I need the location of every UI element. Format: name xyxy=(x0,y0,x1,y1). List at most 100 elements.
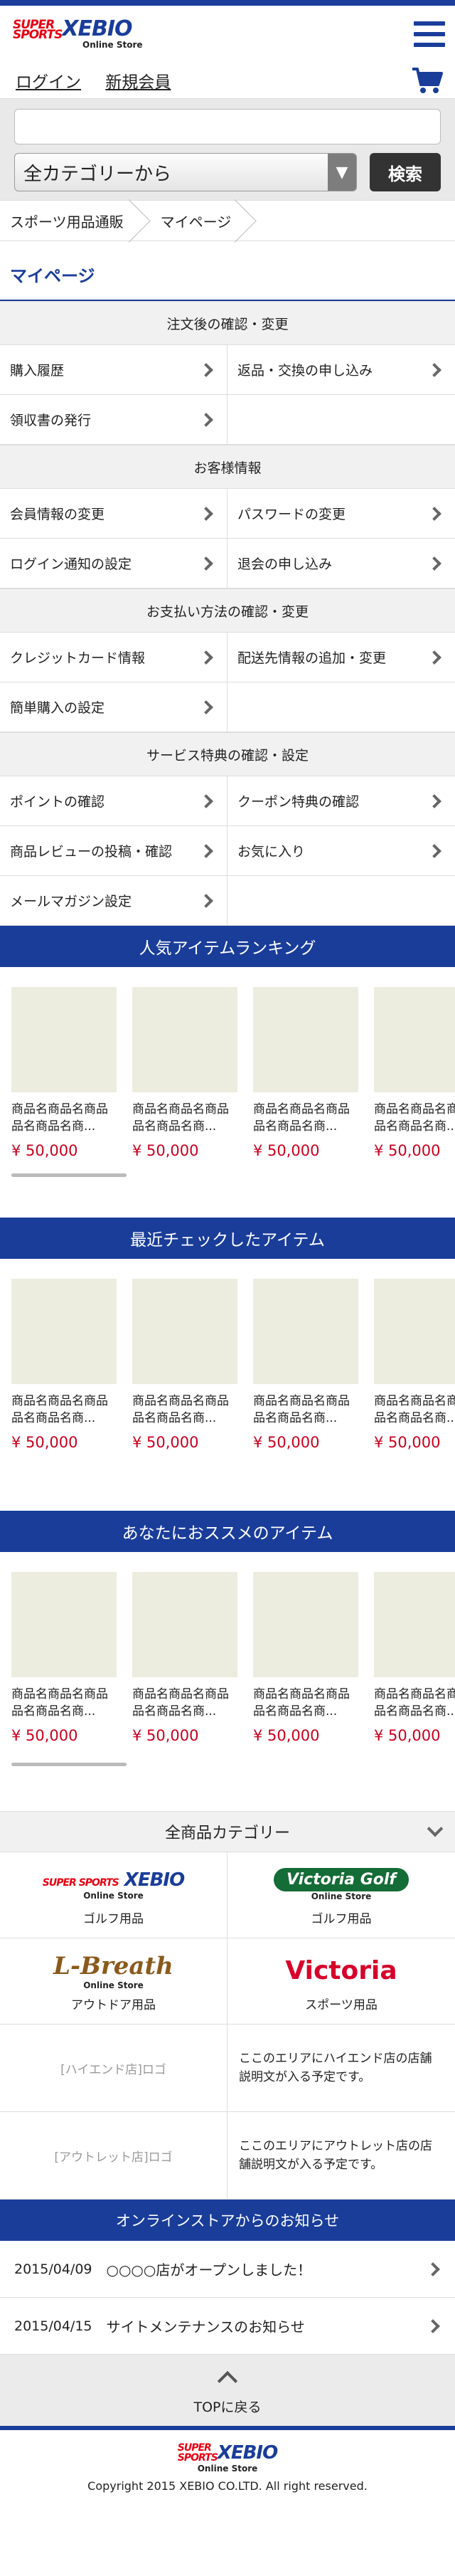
chevron-right-icon xyxy=(427,793,441,808)
store-row-highend[interactable]: [ハイエンド店]ロゴ ここのエリアにハイエンド店の店舗説明文が入る予定です。 xyxy=(0,2025,455,2112)
product-price: ¥ 50,000 xyxy=(11,1727,78,1744)
register-link[interactable]: 新規会員 xyxy=(105,73,171,92)
news-date: 2015/04/09 xyxy=(14,2261,92,2277)
product-name: 品名商品名商... xyxy=(374,1119,455,1134)
section-heading-payment: お支払い方法の確認・変更 xyxy=(0,588,455,633)
product-card[interactable]: 商品名商品名商品品名商品名商... ¥ 50,000 xyxy=(374,987,455,1159)
menu-row: 会員情報の変更 パスワードの変更 xyxy=(0,489,455,539)
product-card[interactable]: 商品名商品名商品品名商品名商... ¥ 50,000 xyxy=(11,987,117,1159)
product-image xyxy=(132,987,237,1092)
category-select-value: 全カテゴリーから xyxy=(23,163,172,185)
menu-purchase-history[interactable]: 購入履歴 xyxy=(0,345,228,394)
logo-sub: Online Store xyxy=(82,40,143,50)
product-card[interactable]: 商品名商品名商品品名商品名商... ¥ 50,000 xyxy=(132,1572,237,1744)
menu-points[interactable]: ポイントの確認 xyxy=(0,776,228,825)
product-image xyxy=(374,1572,455,1677)
category-select[interactable]: 全カテゴリーから ▼ xyxy=(14,153,357,191)
menu-withdraw[interactable]: 退会の申し込み xyxy=(228,539,455,588)
brand-lbreath[interactable]: L-Breath Online Store アウトドア用品 xyxy=(0,1938,228,2025)
menu-login-notify[interactable]: ログイン通知の設定 xyxy=(0,539,228,588)
product-name: 品名商品名商... xyxy=(253,1704,338,1719)
product-name: 品名商品名商... xyxy=(132,1704,217,1719)
brand-label: ゴルフ用品 xyxy=(83,1911,144,1926)
search-input[interactable] xyxy=(14,109,441,144)
news-item[interactable]: 2015/04/15 サイトメンテナンスのお知らせ xyxy=(0,2298,455,2355)
product-card[interactable]: 商品名商品名商品品名商品名商... ¥ 50,000 xyxy=(253,1279,358,1451)
login-link[interactable]: ログイン xyxy=(16,73,81,92)
menu-credit-card[interactable]: クレジットカード情報 xyxy=(0,633,228,682)
menu-member-info[interactable]: 会員情報の変更 xyxy=(0,489,228,538)
breadcrumb-mypage[interactable]: マイページ xyxy=(141,201,247,241)
product-image xyxy=(253,1572,358,1677)
menu-favorites[interactable]: お気に入り xyxy=(228,826,455,875)
product-card[interactable]: 商品名商品名商品品名商品名商... ¥ 50,000 xyxy=(253,987,358,1159)
product-name: 商品名商品名商品 xyxy=(132,1687,229,1701)
menu-easy-purchase[interactable]: 簡単購入の設定 xyxy=(0,682,228,732)
menu-password[interactable]: パスワードの変更 xyxy=(228,489,455,538)
chevron-right-icon xyxy=(199,843,213,858)
menu-row: メールマガジン設定 xyxy=(0,876,455,926)
brand-grid: SUPER SPORTS XEBIO Online Store ゴルフ用品 Vic… xyxy=(0,1852,455,2025)
chevron-down-icon: ▼ xyxy=(328,154,356,191)
victoria-logo: Victoria xyxy=(285,1956,397,1985)
menu-empty xyxy=(228,395,455,444)
store-logo: [ハイエンド店]ロゴ xyxy=(0,2025,228,2111)
product-card[interactable]: 商品名商品名商品品名商品名商... ¥ 50,000 xyxy=(132,987,237,1159)
store-row-outlet[interactable]: [アウトレット店]ロゴ ここのエリアにアウトレット店の店舗説明文が入る予定です。 xyxy=(0,2112,455,2200)
brand-xebio[interactable]: SUPER SPORTS XEBIO Online Store ゴルフ用品 xyxy=(0,1852,228,1938)
breadcrumb: スポーツ用品通販 マイページ xyxy=(0,200,455,241)
product-name: 商品名商品名商品 xyxy=(374,1394,455,1408)
product-carousel[interactable]: 商品名商品名商品 品名商品名商... ¥ 50,000 商品名商品名商品 品名商品名商… xyxy=(0,1259,455,1511)
product-image xyxy=(11,987,117,1092)
menu-coupons[interactable]: クーポン特典の確認 xyxy=(228,776,455,825)
search-button[interactable]: 検索 xyxy=(370,153,441,191)
brand-victoria[interactable]: Victoria スポーツ用品 xyxy=(228,1938,455,2025)
product-price: ¥ 50,000 xyxy=(132,1142,199,1159)
victoria-golf-logo: Victoria Golf Online Store xyxy=(273,1864,410,1906)
product-name: 品名商品名商... xyxy=(374,1704,455,1719)
product-name: 品名商品名商... xyxy=(374,1411,455,1425)
news-item[interactable]: 2015/04/09 ○○○○店がオープンしました！ xyxy=(0,2241,455,2298)
product-card[interactable]: 商品名商品名商品品名商品名商... ¥ 50,000 xyxy=(374,1572,455,1744)
product-card[interactable]: 商品名商品名商品品名商品名商... ¥ 50,000 xyxy=(374,1279,455,1451)
product-card[interactable]: 商品名商品名商品品名商品名商... ¥ 50,000 xyxy=(253,1572,358,1744)
product-carousel[interactable]: 商品名商品名商品 品名商品名商... ¥ 50,000 商品名商品名商品 品名商品名商… xyxy=(0,967,455,1218)
hamburger-icon[interactable] xyxy=(414,21,445,47)
brand-label: ゴルフ用品 xyxy=(311,1911,372,1926)
product-price: ¥ 50,000 xyxy=(132,1434,199,1451)
user-bar: ログイン 新規会員 xyxy=(0,63,455,98)
product-image xyxy=(253,1279,358,1384)
chevron-right-icon xyxy=(427,506,441,521)
site-logo[interactable]: SUPER SPORTSXEBIO Online Store xyxy=(13,16,143,51)
cart-icon[interactable] xyxy=(411,66,445,95)
carousel-scrollbar[interactable] xyxy=(11,1173,127,1177)
carousel-scrollbar[interactable] xyxy=(11,1763,127,1766)
menu-shipping[interactable]: 配送先情報の追加・変更 xyxy=(228,633,455,682)
carousel-recommend: あなたにおススメのアイテム 商品名商品名商品 品名商品名商... ¥ 50,000 … xyxy=(0,1511,455,1811)
breadcrumb-home[interactable]: スポーツ用品通販 xyxy=(0,201,141,241)
menu-newsletter[interactable]: メールマガジン設定 xyxy=(0,876,228,925)
back-to-top-button[interactable]: TOPに戻る xyxy=(0,2355,455,2426)
menu-reviews[interactable]: 商品レビューの投稿・確認 xyxy=(0,826,228,875)
product-name: 商品名商品名商品 xyxy=(374,1102,455,1117)
product-image xyxy=(11,1279,117,1384)
product-carousel[interactable]: 商品名商品名商品 品名商品名商... ¥ 50,000 商品名商品名商品 品名商品名商… xyxy=(0,1552,455,1811)
logo-brand: XEBIO xyxy=(62,16,132,41)
category-accordion[interactable]: 全商品カテゴリー xyxy=(0,1811,455,1852)
product-card[interactable]: 商品名商品名商品品名商品名商... ¥ 50,000 xyxy=(11,1572,117,1744)
chevron-right-icon xyxy=(199,506,213,521)
menu-receipt[interactable]: 領収書の発行 xyxy=(0,395,228,444)
chevron-right-icon xyxy=(426,2318,440,2333)
menu-returns[interactable]: 返品・交換の申し込み xyxy=(228,345,455,394)
carousel-ranking: 人気アイテムランキング 商品名商品名商品 品名商品名商... ¥ 50,000 商品… xyxy=(0,926,455,1218)
product-image xyxy=(253,987,358,1092)
footer-logo[interactable]: SUPER SPORTSXEBIO Online Store xyxy=(178,2442,278,2474)
chevron-right-icon xyxy=(427,650,441,665)
carousel-recent: 最近チェックしたアイテム 商品名商品名商品 品名商品名商... ¥ 50,000 商… xyxy=(0,1218,455,1511)
section-heading-orders: 注文後の確認・変更 xyxy=(0,301,455,345)
chevron-right-icon xyxy=(199,893,213,908)
product-price: ¥ 50,000 xyxy=(11,1434,78,1451)
product-card[interactable]: 商品名商品名商品品名商品名商... ¥ 50,000 xyxy=(11,1279,117,1451)
brand-victoria-golf[interactable]: Victoria Golf Online Store ゴルフ用品 xyxy=(228,1852,455,1938)
product-card[interactable]: 商品名商品名商品品名商品名商... ¥ 50,000 xyxy=(132,1279,237,1451)
